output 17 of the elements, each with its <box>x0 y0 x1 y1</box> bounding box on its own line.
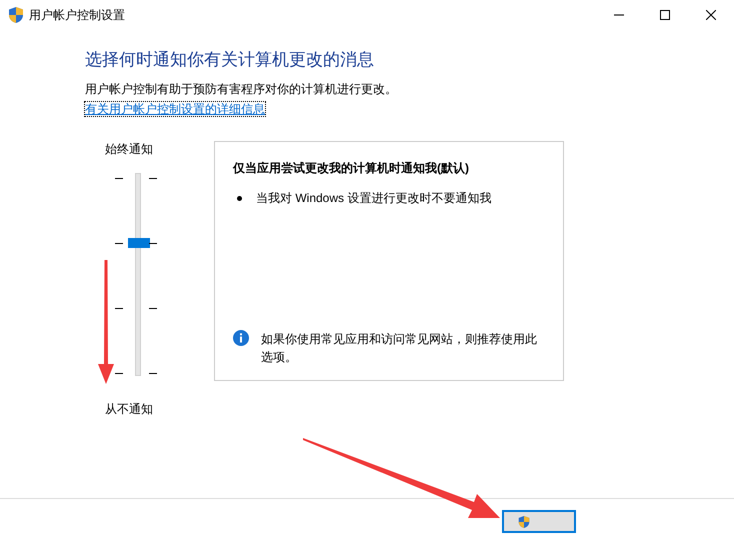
details-link[interactable]: 有关用户帐户控制设置的详细信息 <box>85 102 265 116</box>
info-icon <box>233 330 249 346</box>
recommendation-text: 如果你使用常见应用和访问常见网站，则推荐使用此选项。 <box>261 331 538 366</box>
close-icon <box>706 10 716 20</box>
description-text: 用户帐户控制有助于预防有害程序对你的计算机进行更改。 <box>85 81 398 97</box>
slider-thumb[interactable] <box>128 238 150 248</box>
page-heading: 选择何时通知你有关计算机更改的消息 <box>85 49 375 71</box>
slider-bottom-label: 从不通知 <box>105 401 154 417</box>
bullet-icon <box>237 196 242 200</box>
slider-top-label: 始终通知 <box>105 141 154 157</box>
ok-button[interactable] <box>502 510 576 533</box>
maximize-icon <box>660 10 670 20</box>
panel-title: 仅当应用尝试更改我的计算机时通知我(默认) <box>233 160 470 176</box>
bullet-text: 当我对 Windows 设置进行更改时不要通知我 <box>256 190 492 206</box>
window-title: 用户帐户控制设置 <box>29 7 125 24</box>
shield-icon <box>518 514 530 528</box>
shield-icon <box>8 6 24 24</box>
